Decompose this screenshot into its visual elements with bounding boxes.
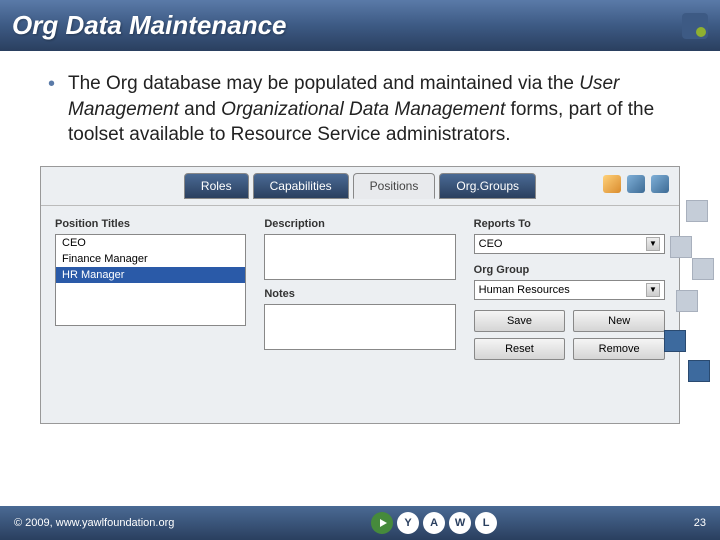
position-listbox[interactable]: CEO Finance Manager HR Manager: [55, 234, 246, 326]
label-position-titles: Position Titles: [55, 218, 246, 230]
yawl-logo: Y A W L: [371, 512, 497, 534]
new-button[interactable]: New: [573, 310, 665, 332]
page-title: Org Data Maintenance: [12, 10, 287, 41]
form-body: Position Titles CEO Finance Manager HR M…: [41, 205, 679, 376]
chevron-down-icon: ▼: [646, 237, 660, 251]
logo-letter: W: [449, 512, 471, 534]
col-description: Description Notes: [264, 218, 455, 366]
col-right: Reports To CEO ▼ Org Group Human Resourc…: [474, 218, 665, 366]
label-description: Description: [264, 218, 455, 230]
col-position-titles: Position Titles CEO Finance Manager HR M…: [55, 218, 246, 366]
org-group-select[interactable]: Human Resources ▼: [474, 280, 665, 300]
bullet-em2: Organizational Data Management: [221, 99, 505, 120]
toolbar-icons: [603, 175, 669, 193]
refresh-icon[interactable]: [651, 175, 669, 193]
bullet-paragraph: The Org database may be populated and ma…: [48, 71, 672, 148]
slide-content: The Org database may be populated and ma…: [0, 51, 720, 166]
page-number: 23: [694, 517, 706, 529]
yawl-badge-icon: [682, 13, 708, 39]
tab-positions[interactable]: Positions: [353, 173, 436, 199]
bullet-text-mid: and: [179, 99, 221, 120]
label-notes: Notes: [264, 288, 455, 300]
logo-letter: A: [423, 512, 445, 534]
description-textarea[interactable]: [264, 234, 455, 280]
label-reports-to: Reports To: [474, 218, 665, 230]
tab-row: Roles Capabilities Positions Org.Groups: [41, 167, 679, 205]
title-bar: Org Data Maintenance: [0, 0, 720, 51]
tab-orggroups[interactable]: Org.Groups: [439, 173, 536, 199]
footer-bar: © 2009, www.yawlfoundation.org Y A W L 2…: [0, 506, 720, 540]
save-button[interactable]: Save: [474, 310, 566, 332]
list-item[interactable]: CEO: [56, 235, 245, 251]
button-row-2: Reset Remove: [474, 338, 665, 360]
play-icon: [371, 512, 393, 534]
label-org-group: Org Group: [474, 264, 665, 276]
chevron-down-icon: ▼: [646, 283, 660, 297]
copyright-text: © 2009, www.yawlfoundation.org: [14, 517, 174, 529]
org-group-value: Human Resources: [479, 284, 570, 296]
list-item[interactable]: Finance Manager: [56, 251, 245, 267]
reports-to-value: CEO: [479, 238, 503, 250]
button-row-1: Save New: [474, 310, 665, 332]
save-icon[interactable]: [627, 175, 645, 193]
tab-roles[interactable]: Roles: [184, 173, 249, 199]
bullet-text-pre: The Org database may be populated and ma…: [68, 73, 579, 94]
logo-letter: Y: [397, 512, 419, 534]
new-folder-icon[interactable]: [603, 175, 621, 193]
notes-textarea[interactable]: [264, 304, 455, 350]
logo-letter: L: [475, 512, 497, 534]
org-data-form: Roles Capabilities Positions Org.Groups …: [40, 166, 680, 424]
reports-to-select[interactable]: CEO ▼: [474, 234, 665, 254]
list-item-selected[interactable]: HR Manager: [56, 267, 245, 283]
tab-capabilities[interactable]: Capabilities: [253, 173, 349, 199]
reset-button[interactable]: Reset: [474, 338, 566, 360]
remove-button[interactable]: Remove: [573, 338, 665, 360]
